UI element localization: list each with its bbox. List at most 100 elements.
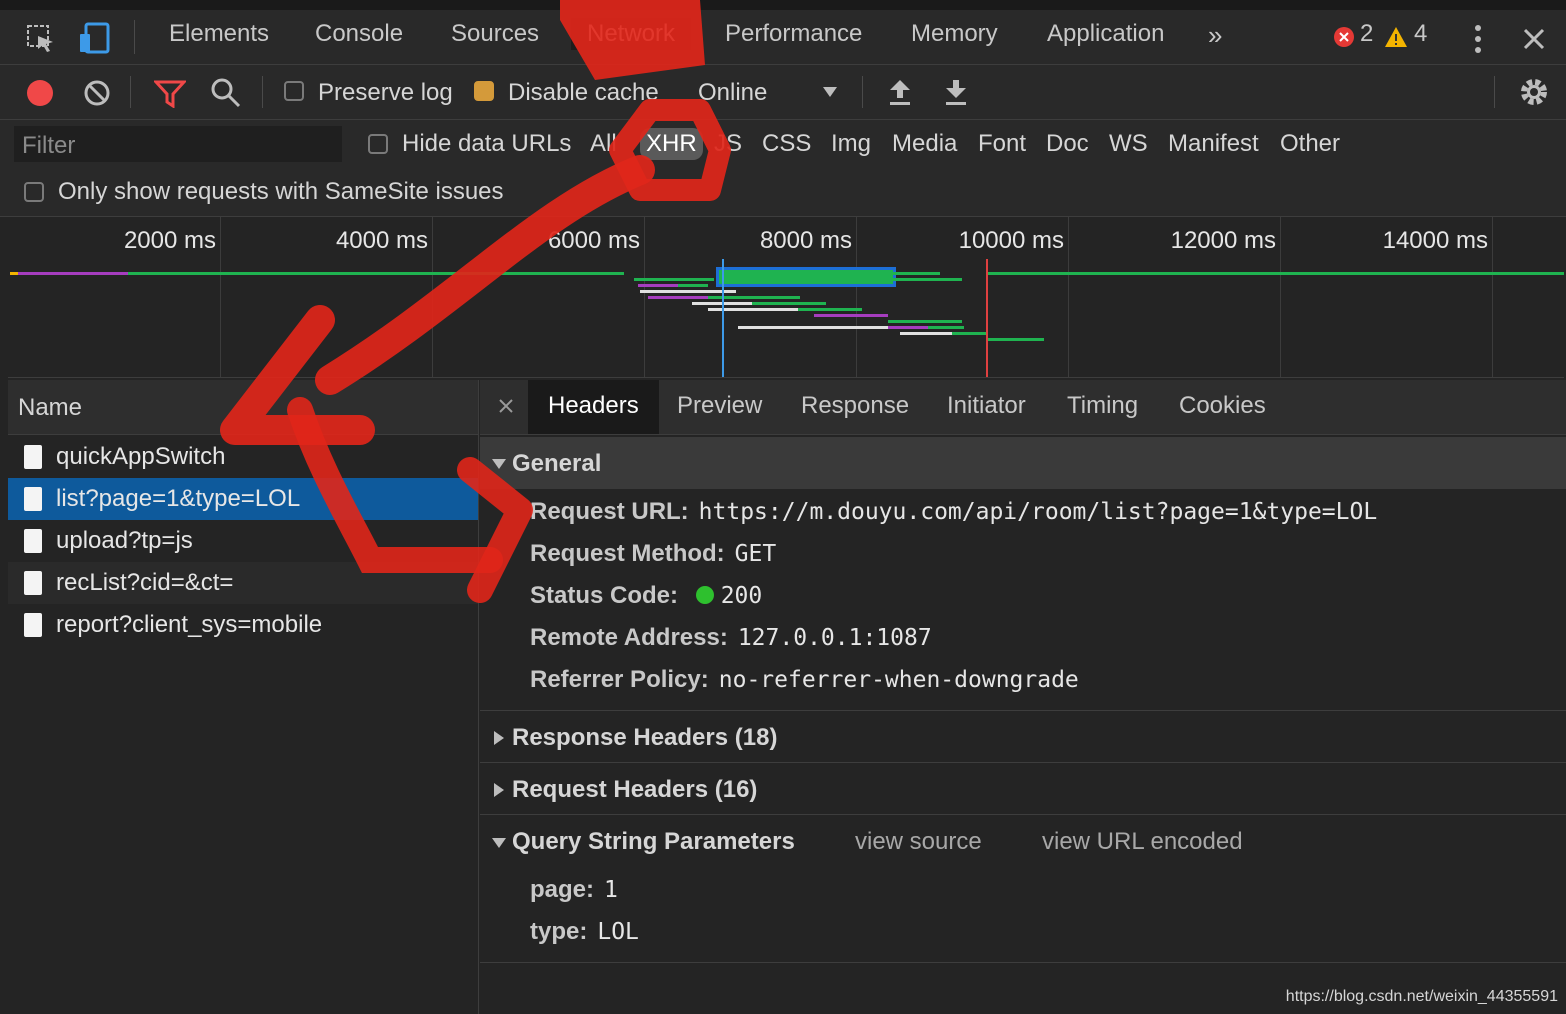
timeline-bar-selected [716, 267, 896, 287]
timeline-gridline [432, 217, 433, 377]
timeline-tick-label: 8000 ms [759, 227, 852, 254]
type-js[interactable]: JS [714, 130, 742, 158]
tab-elements[interactable]: Elements [169, 20, 269, 48]
type-all[interactable]: All [590, 130, 617, 158]
type-media[interactable]: Media [892, 130, 957, 158]
filter-input[interactable]: Filter [14, 126, 342, 162]
more-options-icon[interactable] [1470, 22, 1486, 56]
close-devtools-icon[interactable] [1522, 27, 1546, 51]
request-url-label: Request URL: [530, 498, 689, 525]
tab-application[interactable]: Application [1047, 20, 1164, 48]
tab-headers[interactable]: Headers [528, 380, 659, 434]
request-headers-toggle[interactable]: Request Headers (16) [512, 776, 757, 804]
general-title: General [512, 450, 602, 477]
disable-cache-label: Disable cache [508, 79, 659, 106]
query-param-value: 1 [604, 877, 618, 903]
timeline-gridline [1492, 217, 1493, 377]
section-divider [480, 762, 1566, 763]
timeline-tick-label: 10000 ms [958, 227, 1064, 254]
query-param-page: page: 1 [530, 876, 618, 904]
watermark: https://blog.csdn.net/weixin_44355591 [1285, 988, 1558, 1005]
timeline-gridline [220, 217, 221, 377]
warning-icon[interactable] [1384, 26, 1408, 48]
query-param-key: type: [530, 918, 588, 945]
more-tabs-icon[interactable]: » [1208, 20, 1222, 51]
timeline-bar [986, 272, 1564, 275]
inspect-element-icon[interactable] [26, 24, 56, 54]
preserve-log-checkbox[interactable] [284, 81, 304, 101]
tab-network[interactable]: Network [571, 18, 692, 50]
toolbar-divider [262, 76, 263, 108]
timeline-bar [900, 332, 952, 335]
type-manifest[interactable]: Manifest [1168, 130, 1259, 158]
collapse-triangle-icon [494, 783, 504, 797]
query-param-type: type: LOL [530, 918, 639, 946]
tab-timing[interactable]: Timing [1067, 392, 1138, 420]
warning-count[interactable]: 4 [1414, 20, 1427, 48]
timeline-bar [638, 284, 678, 287]
request-url-row: Request URL: https://m.douyu.com/api/room… [530, 498, 1377, 526]
error-icon[interactable] [1334, 27, 1354, 47]
tab-cookies[interactable]: Cookies [1179, 392, 1266, 420]
general-section-header[interactable] [480, 437, 1566, 489]
hide-data-urls-checkbox[interactable] [368, 134, 388, 154]
tab-memory[interactable]: Memory [911, 20, 998, 48]
timeline-gridline [644, 217, 645, 377]
timeline-bar [128, 272, 624, 275]
request-row[interactable]: upload?tp=js [8, 520, 478, 562]
view-source-link[interactable]: view source [855, 828, 982, 856]
document-icon [24, 445, 42, 469]
request-row-selected[interactable]: list?page=1&type=LOL [8, 478, 478, 520]
samesite-checkbox[interactable] [24, 182, 44, 202]
type-css[interactable]: CSS [762, 130, 811, 158]
timeline-bar [798, 308, 862, 311]
device-toolbar-icon[interactable] [78, 22, 110, 54]
view-url-encoded-link[interactable]: view URL encoded [1042, 828, 1243, 856]
timeline-overview[interactable]: 2000 ms 4000 ms 6000 ms 8000 ms 10000 ms… [8, 217, 1564, 378]
response-headers-toggle[interactable]: Response Headers (18) [512, 724, 777, 752]
collapse-triangle-icon [494, 731, 504, 745]
type-xhr[interactable]: XHR [640, 128, 703, 160]
name-header-label: Name [18, 394, 83, 421]
type-doc[interactable]: Doc [1046, 130, 1089, 158]
request-row[interactable]: quickAppSwitch [8, 436, 478, 478]
search-icon[interactable] [210, 77, 242, 109]
request-name: quickAppSwitch [56, 443, 226, 470]
gear-icon[interactable] [1518, 76, 1550, 108]
request-name: recList?cid=&ct= [56, 569, 234, 596]
tab-initiator[interactable]: Initiator [947, 392, 1026, 420]
request-name: upload?tp=js [56, 527, 193, 554]
record-button[interactable] [26, 79, 54, 107]
type-font[interactable]: Font [978, 130, 1026, 158]
timeline-gridline [856, 217, 857, 377]
close-detail-icon[interactable] [498, 398, 514, 414]
status-code-value: 200 [720, 583, 763, 609]
name-column-header[interactable]: Name [8, 380, 478, 435]
tab-preview[interactable]: Preview [677, 392, 762, 420]
type-img[interactable]: Img [831, 130, 871, 158]
clear-icon[interactable] [83, 79, 111, 107]
request-row[interactable]: recList?cid=&ct= [8, 562, 478, 604]
query-params-toggle[interactable]: Query String Parameters [512, 828, 795, 856]
request-name: list?page=1&type=LOL [56, 485, 301, 512]
tab-response[interactable]: Response [801, 392, 909, 420]
timeline-bar [738, 326, 888, 329]
timeline-bar [928, 326, 964, 329]
tab-sources[interactable]: Sources [451, 20, 539, 48]
tab-performance[interactable]: Performance [725, 20, 862, 48]
hide-data-urls-label: Hide data URLs [402, 130, 572, 157]
chevron-down-icon[interactable] [822, 86, 838, 98]
status-code-row: Status Code: 200 [530, 582, 762, 610]
filter-icon[interactable] [154, 80, 186, 108]
disable-cache-checkbox[interactable] [474, 81, 494, 101]
type-other[interactable]: Other [1280, 130, 1340, 158]
status-code-label: Status Code: [530, 582, 679, 609]
request-row[interactable]: report?client_sys=mobile [8, 604, 478, 646]
throttle-select[interactable]: Online [698, 79, 767, 107]
error-count[interactable]: 2 [1360, 20, 1373, 48]
tab-console[interactable]: Console [315, 20, 403, 48]
export-har-icon[interactable] [944, 78, 968, 106]
type-ws[interactable]: WS [1109, 130, 1148, 158]
import-har-icon[interactable] [888, 78, 912, 106]
section-divider [480, 814, 1566, 815]
